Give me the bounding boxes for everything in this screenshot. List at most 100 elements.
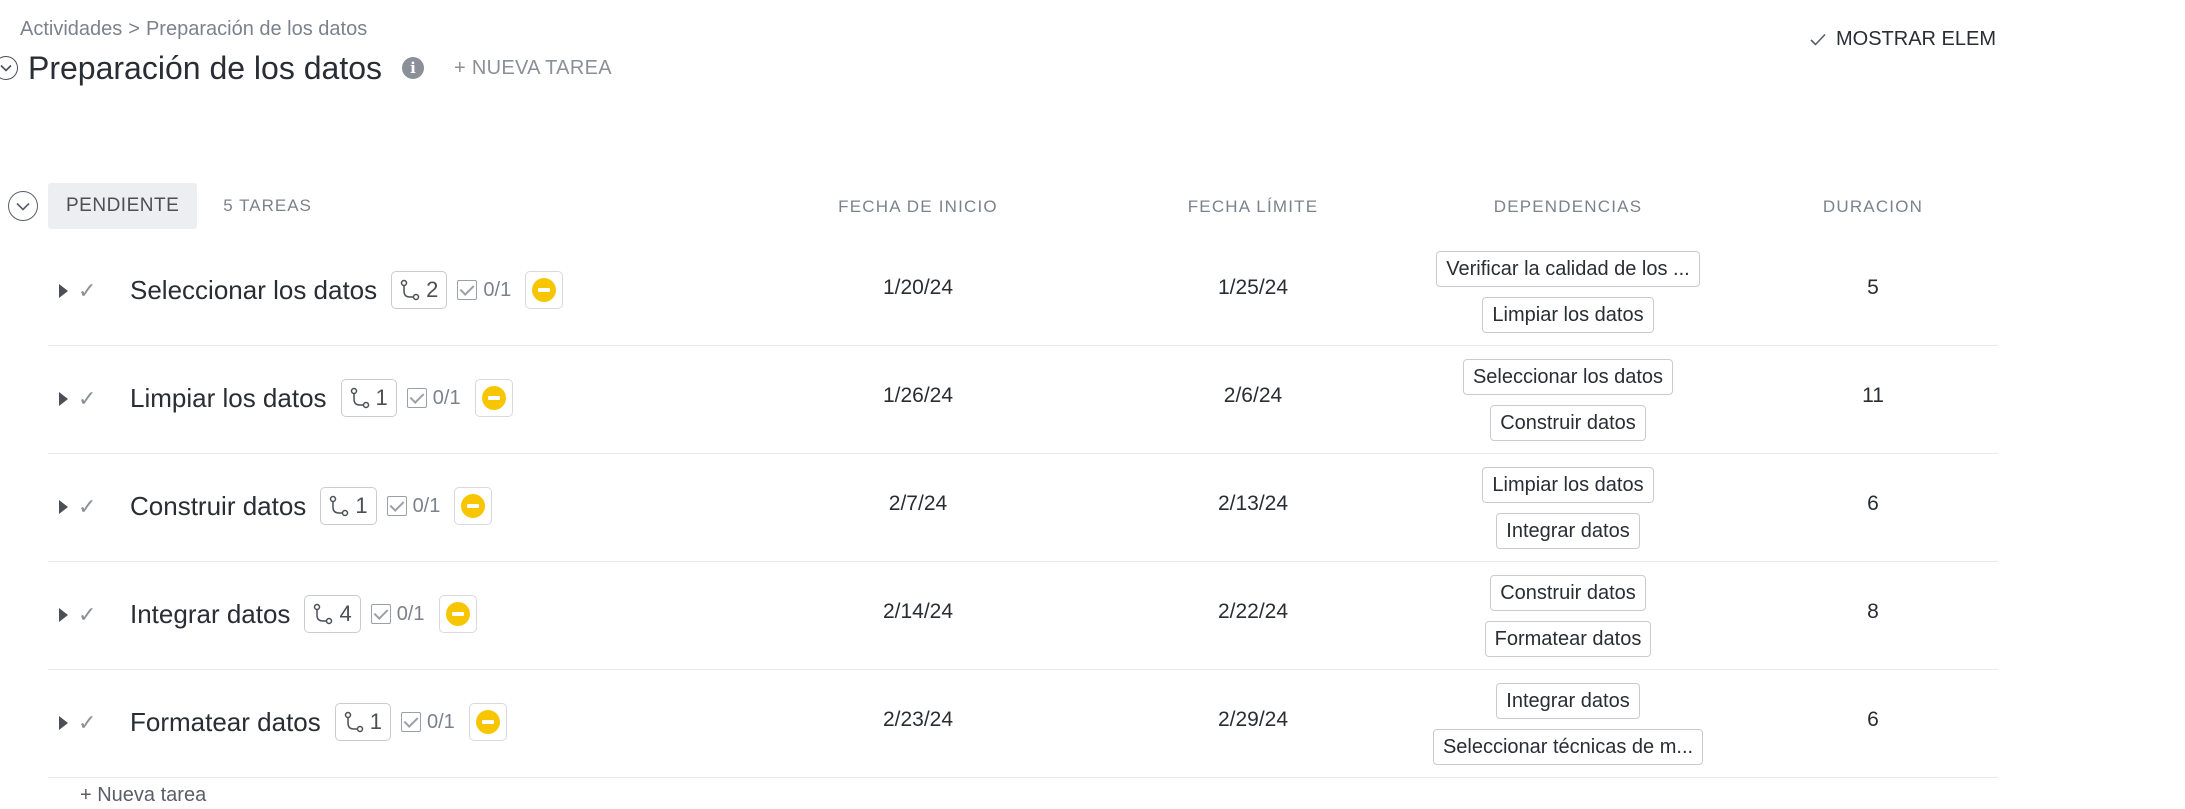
dependency-tag[interactable]: Integrar datos	[1496, 513, 1640, 549]
checklist-progress[interactable]: 0/1	[406, 386, 461, 410]
dependencies-cell: Integrar datos Seleccionar técnicas de m…	[1378, 670, 1758, 778]
checklist-count: 0/1	[427, 710, 455, 733]
breadcrumb-parent-link[interactable]: Actividades	[20, 18, 122, 41]
start-date-cell[interactable]: 1/20/24	[838, 276, 998, 300]
priority-flag[interactable]	[454, 487, 493, 525]
priority-flag[interactable]	[474, 379, 513, 417]
expand-caret-icon[interactable]	[59, 500, 68, 514]
table-row[interactable]: ✓ Seleccionar los datos 2 0/1 1/20/24 1/…	[48, 238, 1998, 346]
complete-check-icon[interactable]: ✓	[78, 602, 96, 628]
duration-cell[interactable]: 6	[1833, 708, 1913, 732]
chevron-down-icon	[0, 64, 12, 72]
table-row[interactable]: ✓ Integrar datos 4 0/1 2/14/24 2/22/24 C…	[48, 562, 1998, 670]
expand-caret-icon[interactable]	[59, 716, 68, 730]
duration-cell[interactable]: 5	[1833, 276, 1913, 300]
dependency-tag[interactable]: Integrar datos	[1496, 683, 1640, 719]
subtasks-badge[interactable]: 1	[334, 703, 391, 741]
subtasks-count: 1	[369, 709, 382, 734]
subtask-icon	[344, 711, 363, 733]
checklist-icon	[386, 496, 407, 516]
group-collapse-button[interactable]	[8, 191, 38, 221]
checkmark-icon	[1810, 33, 1826, 46]
dependency-tag[interactable]: Seleccionar los datos	[1462, 359, 1674, 395]
due-date-cell[interactable]: 2/6/24	[1173, 384, 1333, 408]
dependency-tag[interactable]: Seleccionar técnicas de m...	[1432, 729, 1704, 765]
task-list: ✓ Seleccionar los datos 2 0/1 1/20/24 1/…	[48, 238, 1998, 778]
dependency-tag[interactable]: Verificar la calidad de los ...	[1436, 251, 1700, 287]
dependency-tag[interactable]: Formatear datos	[1484, 621, 1652, 657]
due-date-cell[interactable]: 2/22/24	[1173, 600, 1333, 624]
subtasks-badge[interactable]: 2	[391, 271, 448, 309]
checklist-icon	[457, 280, 478, 300]
breadcrumb-current[interactable]: Preparación de los datos	[146, 18, 367, 41]
duration-cell[interactable]: 11	[1833, 384, 1913, 408]
checklist-progress[interactable]: 0/1	[370, 603, 425, 626]
info-icon[interactable]: i	[402, 57, 424, 79]
checklist-progress[interactable]: 0/1	[401, 711, 455, 734]
complete-check-icon[interactable]: ✓	[78, 386, 96, 412]
task-name[interactable]: Limpiar los datos	[130, 383, 327, 414]
priority-normal-icon	[481, 386, 506, 410]
priority-flag[interactable]	[468, 703, 507, 741]
column-header-start-date[interactable]: FECHA DE INICIO	[818, 197, 1018, 217]
new-task-button[interactable]: + NUEVA TAREA	[454, 57, 612, 80]
dependencies-cell: Seleccionar los datos Construir datos	[1378, 346, 1758, 454]
dependencies-cell: Construir datos Formatear datos	[1378, 562, 1758, 670]
task-name[interactable]: Seleccionar los datos	[130, 275, 377, 306]
subtasks-count: 2	[426, 277, 439, 302]
subtasks-badge[interactable]: 4	[304, 595, 361, 633]
column-header-due-date[interactable]: FECHA LÍMITE	[1153, 197, 1353, 217]
column-header-duration[interactable]: DURACION	[1788, 197, 1958, 217]
task-count: 5 TAREAS	[223, 196, 312, 215]
add-task-button[interactable]: + Nueva tarea	[80, 784, 206, 807]
dependencies-cell: Limpiar los datos Integrar datos	[1378, 454, 1758, 562]
priority-flag[interactable]	[525, 271, 564, 309]
due-date-cell[interactable]: 2/13/24	[1173, 492, 1333, 516]
start-date-cell[interactable]: 2/7/24	[838, 492, 998, 516]
collapse-list-button[interactable]	[0, 56, 18, 80]
complete-check-icon[interactable]: ✓	[78, 278, 96, 304]
due-date-cell[interactable]: 1/25/24	[1173, 276, 1333, 300]
subtasks-badge[interactable]: 1	[340, 379, 397, 417]
priority-normal-icon	[475, 710, 500, 734]
duration-cell[interactable]: 6	[1833, 492, 1913, 516]
subtasks-count: 4	[339, 601, 352, 626]
status-badge[interactable]: PENDIENTE	[48, 183, 198, 229]
priority-normal-icon	[532, 278, 557, 302]
priority-flag[interactable]	[438, 595, 477, 633]
dependencies-cell: Verificar la calidad de los ... Limpiar …	[1378, 238, 1758, 346]
table-row[interactable]: ✓ Formatear datos 1 0/1 2/23/24 2/29/24 …	[48, 670, 1998, 778]
checklist-icon	[401, 712, 421, 732]
subtask-icon	[314, 603, 333, 625]
checklist-icon	[370, 604, 391, 624]
column-header-dependencies[interactable]: DEPENDENCIAS	[1428, 197, 1708, 217]
priority-normal-icon	[461, 494, 486, 518]
duration-cell[interactable]: 8	[1833, 600, 1913, 624]
task-name[interactable]: Integrar datos	[130, 599, 290, 630]
expand-caret-icon[interactable]	[59, 392, 68, 406]
checklist-progress[interactable]: 0/1	[457, 279, 511, 302]
table-row[interactable]: ✓ Limpiar los datos 1 0/1 1/26/24 2/6/24…	[48, 346, 1998, 454]
task-name[interactable]: Formatear datos	[130, 707, 321, 738]
subtasks-badge[interactable]: 1	[320, 487, 377, 525]
complete-check-icon[interactable]: ✓	[78, 710, 96, 736]
chevron-down-icon	[16, 202, 30, 211]
table-row[interactable]: ✓ Construir datos 1 0/1 2/7/24 2/13/24 L…	[48, 454, 1998, 562]
expand-caret-icon[interactable]	[59, 608, 68, 622]
show-items-toggle[interactable]: MOSTRAR ELEM	[1810, 28, 2000, 51]
start-date-cell[interactable]: 2/23/24	[838, 708, 998, 732]
dependency-tag[interactable]: Limpiar los datos	[1482, 467, 1654, 503]
dependency-tag[interactable]: Construir datos	[1490, 405, 1646, 441]
expand-caret-icon[interactable]	[59, 284, 68, 298]
due-date-cell[interactable]: 2/29/24	[1173, 708, 1333, 732]
checklist-count: 0/1	[432, 386, 461, 409]
dependency-tag[interactable]: Construir datos	[1490, 575, 1646, 611]
dependency-tag[interactable]: Limpiar los datos	[1482, 297, 1654, 333]
checklist-progress[interactable]: 0/1	[386, 494, 441, 518]
complete-check-icon[interactable]: ✓	[78, 494, 96, 520]
task-name[interactable]: Construir datos	[130, 491, 306, 522]
start-date-cell[interactable]: 2/14/24	[838, 600, 998, 624]
checklist-count: 0/1	[412, 494, 441, 517]
start-date-cell[interactable]: 1/26/24	[838, 384, 998, 408]
subtask-icon	[330, 495, 349, 517]
